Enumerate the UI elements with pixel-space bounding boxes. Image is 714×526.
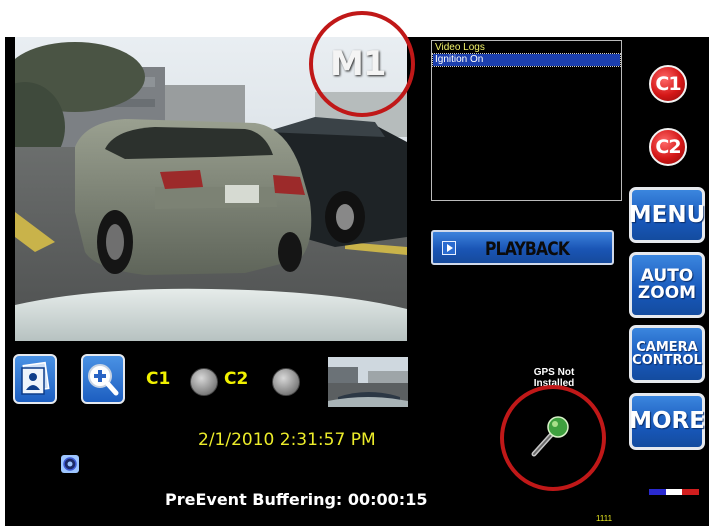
- channel-2-label: C2: [224, 369, 249, 389]
- channel-1-indicator: [190, 368, 218, 396]
- highlight-ring-mic: [500, 385, 606, 491]
- zoom-in-button[interactable]: [81, 354, 125, 404]
- log-item-selected[interactable]: Ignition On: [432, 53, 621, 67]
- camera-control-button[interactable]: CAMERA CONTROL: [629, 325, 705, 383]
- auto-zoom-label-line2: ZOOM: [637, 283, 697, 303]
- video-log-list[interactable]: Video Logs Ignition On: [431, 40, 622, 201]
- more-button[interactable]: MORE: [629, 393, 705, 450]
- status-flag-bar: [649, 489, 699, 495]
- camera-1-button[interactable]: C1: [649, 65, 687, 103]
- target-button[interactable]: [61, 455, 79, 473]
- buffer-status: PreEvent Buffering: 00:00:15: [165, 490, 428, 509]
- menu-label: MENU: [628, 201, 706, 228]
- playback-button[interactable]: PLAYBACK: [431, 230, 614, 265]
- channel-2-indicator: [272, 368, 300, 396]
- thumbnail-image: [328, 357, 408, 407]
- photo-icon: [21, 361, 50, 395]
- channel-1-label: C1: [146, 369, 171, 389]
- date-time: 2/1/2010 2:31:57 PM: [198, 430, 376, 450]
- play-icon: [442, 241, 456, 255]
- log-item[interactable]: Video Logs: [433, 42, 620, 54]
- auto-zoom-button[interactable]: AUTO ZOOM: [629, 252, 705, 318]
- zoom-in-icon: [88, 364, 119, 396]
- target-icon: [63, 457, 77, 471]
- camera-control-label-line2: CONTROL: [632, 353, 702, 368]
- frame-counter: 1111: [596, 514, 613, 523]
- camera-2-button[interactable]: C2: [649, 128, 687, 166]
- dvr-screen: M1 Video Logs Ignition On PLAYBACK C1 C2…: [0, 0, 714, 526]
- more-label: MORE: [629, 408, 705, 434]
- highlight-ring-m1: [309, 11, 415, 117]
- menu-button[interactable]: MENU: [629, 187, 705, 243]
- snapshot-button[interactable]: [13, 354, 57, 404]
- playback-label: PLAYBACK: [485, 238, 570, 260]
- gps-status: GPS Not Installed: [533, 367, 575, 387]
- camera-thumbnail[interactable]: [328, 357, 408, 407]
